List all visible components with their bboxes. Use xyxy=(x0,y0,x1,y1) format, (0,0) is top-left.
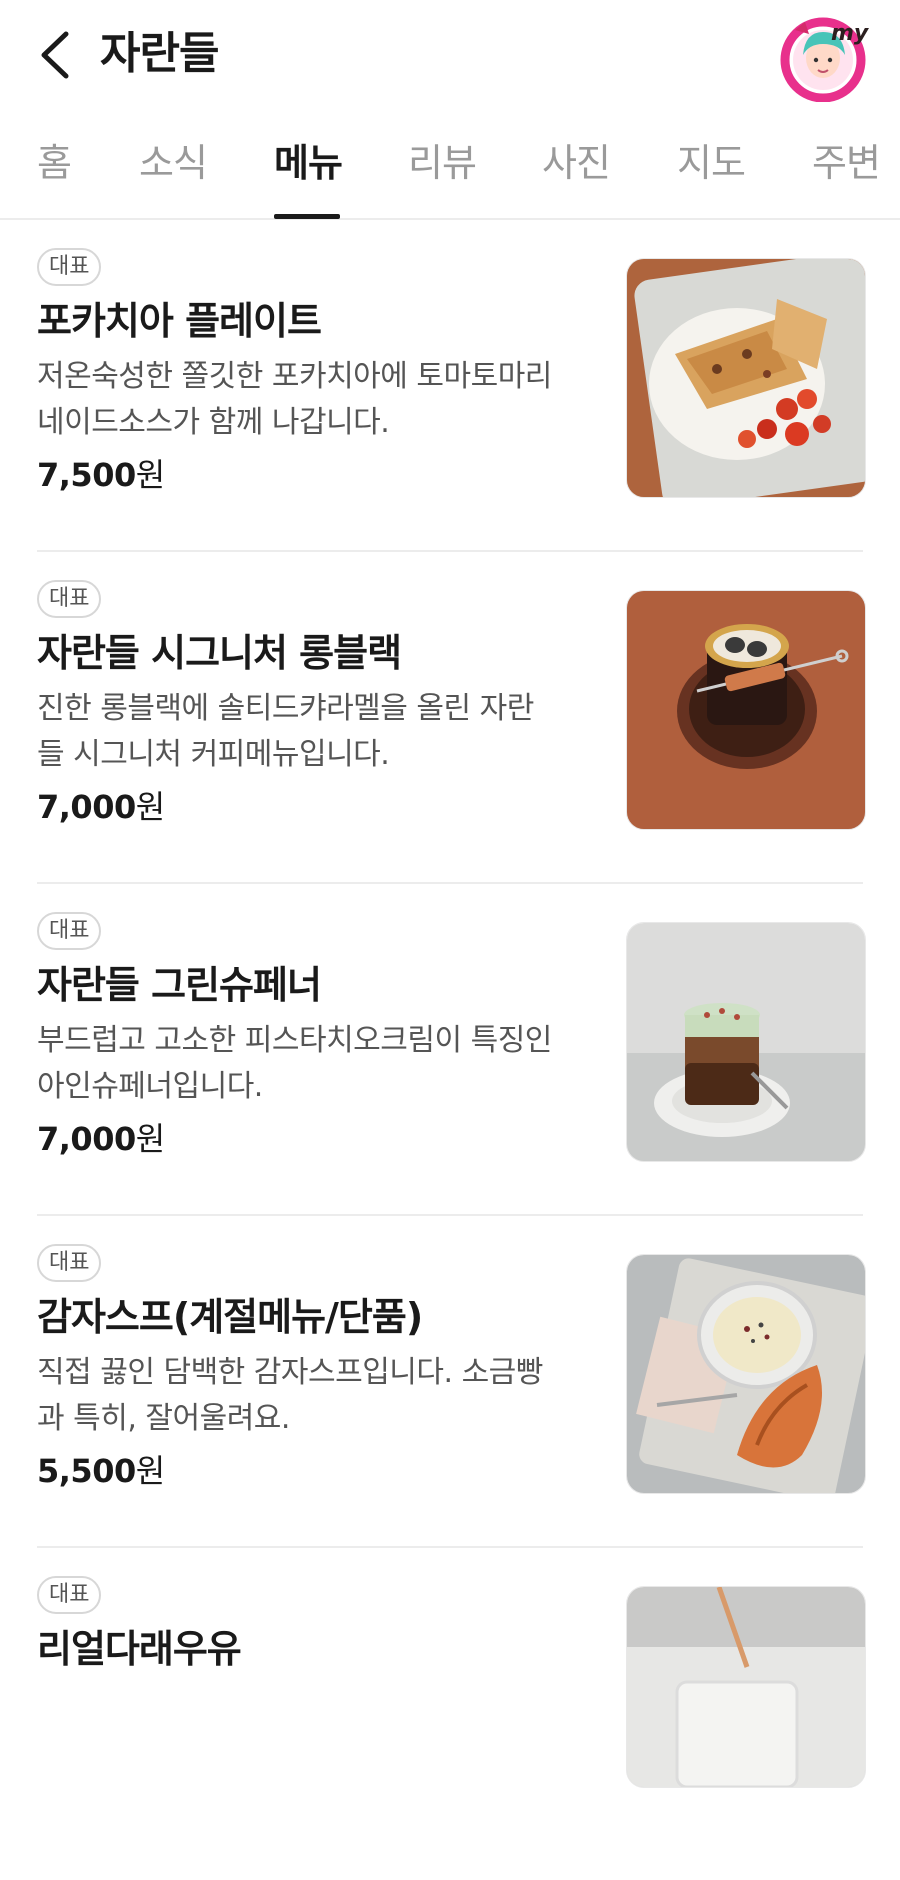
menu-item[interactable]: 대표 감자스프(계절메뉴/단품) 직접 끓인 담백한 감자스프입니다. 소금빵 … xyxy=(0,1216,900,1548)
price-amount: 7,000 xyxy=(37,1120,136,1158)
menu-item-description: 부드럽고 고소한 피스타치오크림이 특징인 아인슈페너입니다. xyxy=(37,1018,597,1110)
green-einspanner-photo xyxy=(627,923,865,1161)
description-line: 저온숙성한 쫄깃한 포카치아에 토마토마리 xyxy=(37,359,552,394)
price-amount: 5,500 xyxy=(37,1452,136,1490)
menu-item-price: 5,500원 xyxy=(37,1448,165,1494)
kiwi-milk-photo xyxy=(627,1587,865,1787)
description-line: 아인슈페너입니다. xyxy=(37,1069,263,1104)
price-unit: 원 xyxy=(135,1120,166,1158)
active-tab-indicator xyxy=(274,214,340,219)
menu-item-photo[interactable] xyxy=(626,258,866,498)
menu-item-description: 저온숙성한 쫄깃한 포카치아에 토마토마리 네이드소스가 함께 나갑니다. xyxy=(37,354,597,446)
menu-item-name: 포카치아 플레이트 xyxy=(37,299,322,343)
menu-item[interactable]: 대표 포카치아 플레이트 저온숙성한 쫄깃한 포카치아에 토마토마리 네이드소스… xyxy=(0,220,900,552)
price-unit: 원 xyxy=(135,788,166,826)
price-amount: 7,000 xyxy=(37,788,136,826)
tab-reviews[interactable]: 리뷰 xyxy=(408,138,477,188)
menu-item-name: 자란들 그린슈페너 xyxy=(37,963,322,1007)
avatar-label: my xyxy=(831,21,870,46)
signature-badge: 대표 xyxy=(37,1244,102,1282)
menu-item-photo[interactable] xyxy=(626,590,866,830)
description-line: 들 시그니처 커피메뉴입니다. xyxy=(37,737,390,772)
signature-badge: 대표 xyxy=(37,580,102,618)
tab-menu[interactable]: 메뉴 xyxy=(274,138,343,188)
menu-item-price: 7,000원 xyxy=(37,784,165,830)
menu-item[interactable]: 대표 자란들 시그니처 롱블랙 진한 롱블랙에 솔티드캬라멜을 올린 자란 들 … xyxy=(0,552,900,884)
signature-badge: 대표 xyxy=(37,912,102,950)
signature-badge: 대표 xyxy=(37,248,102,286)
menu-item-price: 7,000원 xyxy=(37,1116,165,1162)
price-unit: 원 xyxy=(135,456,166,494)
menu-item-name: 리얼다래우유 xyxy=(37,1627,242,1671)
menu-item-name: 감자스프(계절메뉴/단품) xyxy=(37,1295,423,1339)
tab-nearby[interactable]: 주변 xyxy=(812,138,881,188)
price-unit: 원 xyxy=(135,1452,166,1490)
back-button[interactable] xyxy=(30,25,80,85)
menu-item-photo[interactable] xyxy=(626,922,866,1162)
menu-item[interactable]: 대표 자란들 그린슈페너 부드럽고 고소한 피스타치오크림이 특징인 아인슈페너… xyxy=(0,884,900,1216)
menu-item-description: 진한 롱블랙에 솔티드캬라멜을 올린 자란 들 시그니처 커피메뉴입니다. xyxy=(37,686,597,778)
price-amount: 7,500 xyxy=(37,456,136,494)
menu-item-name: 자란들 시그니처 롱블랙 xyxy=(37,631,402,675)
potato-soup-photo xyxy=(627,1255,865,1493)
chevron-left-icon xyxy=(41,31,69,79)
my-avatar-button[interactable]: my xyxy=(775,10,875,103)
menu-item-description: 직접 끓인 담백한 감자스프입니다. 소금빵 과 특히, 잘어울려요. xyxy=(37,1350,597,1442)
tab-news[interactable]: 소식 xyxy=(139,138,208,188)
avatar-icon: my xyxy=(780,17,870,103)
tab-bar: 홈 소식 메뉴 리뷰 사진 지도 주변 xyxy=(0,110,900,220)
page-title: 자란들 xyxy=(100,28,219,79)
menu-item[interactable]: 대표 리얼다래우유 xyxy=(0,1548,900,1880)
description-line: 직접 끓인 담백한 감자스프입니다. 소금빵 xyxy=(37,1355,543,1390)
menu-item-photo[interactable] xyxy=(626,1254,866,1494)
app-header: 자란들 my xyxy=(0,0,900,110)
tab-map[interactable]: 지도 xyxy=(677,138,746,188)
description-line: 진한 롱블랙에 솔티드캬라멜을 올린 자란 xyxy=(37,691,534,726)
description-line: 과 특히, 잘어울려요. xyxy=(37,1401,290,1436)
tab-home[interactable]: 홈 xyxy=(37,138,72,188)
menu-item-photo[interactable] xyxy=(626,1586,866,1788)
description-line: 네이드소스가 함께 나갑니다. xyxy=(37,405,390,440)
focaccia-plate-photo xyxy=(627,259,865,497)
tab-photos[interactable]: 사진 xyxy=(542,138,611,188)
menu-item-price: 7,500원 xyxy=(37,452,165,498)
signature-badge: 대표 xyxy=(37,1576,102,1614)
description-line: 부드럽고 고소한 피스타치오크림이 특징인 xyxy=(37,1023,552,1058)
long-black-photo xyxy=(627,591,865,829)
